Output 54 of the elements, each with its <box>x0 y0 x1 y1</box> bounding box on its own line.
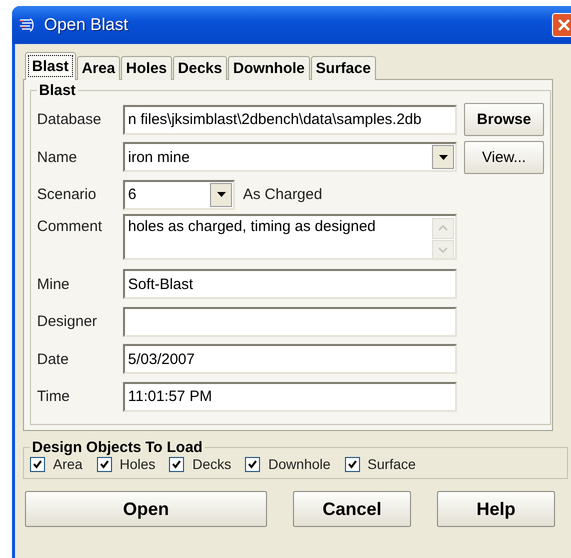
text-field[interactable]: Soft-Blast <box>123 269 457 300</box>
field-label: Mine <box>37 276 71 293</box>
tab[interactable]: Downhole <box>228 56 310 80</box>
tab[interactable]: Blast <box>25 52 76 80</box>
dialog-button[interactable]: Cancel <box>293 491 411 527</box>
checkbox[interactable] <box>245 456 260 472</box>
text-field[interactable]: 11:01:57 PM <box>123 382 457 412</box>
field-label: Name <box>37 148 78 166</box>
scenario-description: As Charged <box>243 186 322 204</box>
dropdown-button[interactable] <box>432 145 454 170</box>
field-label: Database <box>37 111 102 128</box>
field-label: Comment <box>37 216 104 234</box>
dialog-button[interactable]: Help <box>437 491 555 527</box>
dropdown-button[interactable] <box>210 182 232 207</box>
combo-box[interactable]: iron mine <box>123 142 457 172</box>
field-value: 6 <box>128 186 136 204</box>
field-label: Scenario <box>37 186 98 204</box>
close-button[interactable] <box>552 13 571 37</box>
checkbox-label: Area <box>53 456 83 472</box>
checkbox-label: Downhole <box>268 456 331 472</box>
checkbox[interactable] <box>169 456 184 472</box>
close-icon <box>557 18 571 32</box>
tab[interactable]: Surface <box>310 56 376 80</box>
group-title: Design Objects To Load <box>31 439 204 456</box>
checkbox[interactable] <box>344 456 360 472</box>
tab[interactable]: Holes <box>121 56 172 80</box>
field-label: Date <box>37 350 70 368</box>
side-button[interactable]: Browse <box>464 103 544 136</box>
field-label: Designer <box>37 313 98 330</box>
dialog-button[interactable]: Open <box>25 491 267 527</box>
tab[interactable]: Decks <box>172 56 228 80</box>
checkbox[interactable] <box>96 456 112 472</box>
side-button[interactable]: View... <box>464 140 544 174</box>
checkbox-label: Holes <box>120 456 156 472</box>
field-value: Soft-Blast <box>128 276 194 293</box>
field-value: n files\jksimblast\2dbench\data\samples.2db <box>128 111 422 128</box>
app-icon <box>18 17 36 33</box>
text-field[interactable] <box>123 306 457 337</box>
checkbox[interactable] <box>30 456 45 472</box>
group-title: Blast <box>38 82 77 99</box>
field-value: holes as charged, timing as designed <box>128 218 376 234</box>
field-value: iron mine <box>128 148 190 166</box>
text-field[interactable]: n files\jksimblast\2dbench\data\samples.2db <box>123 104 457 135</box>
field-value: 11:01:57 PM <box>128 388 212 406</box>
checkbox-label: Surface <box>368 456 416 472</box>
field-value: 5/03/2007 <box>128 350 195 368</box>
combo-box[interactable]: 6 <box>123 180 235 210</box>
field-label: Time <box>37 388 71 406</box>
caret-icon <box>216 192 226 198</box>
tab[interactable]: Area <box>76 56 120 80</box>
checkbox-label: Decks <box>192 456 232 472</box>
caret-icon <box>438 154 448 160</box>
window-title: Open Blast <box>44 15 128 35</box>
text-field[interactable]: 5/03/2007 <box>123 344 457 374</box>
